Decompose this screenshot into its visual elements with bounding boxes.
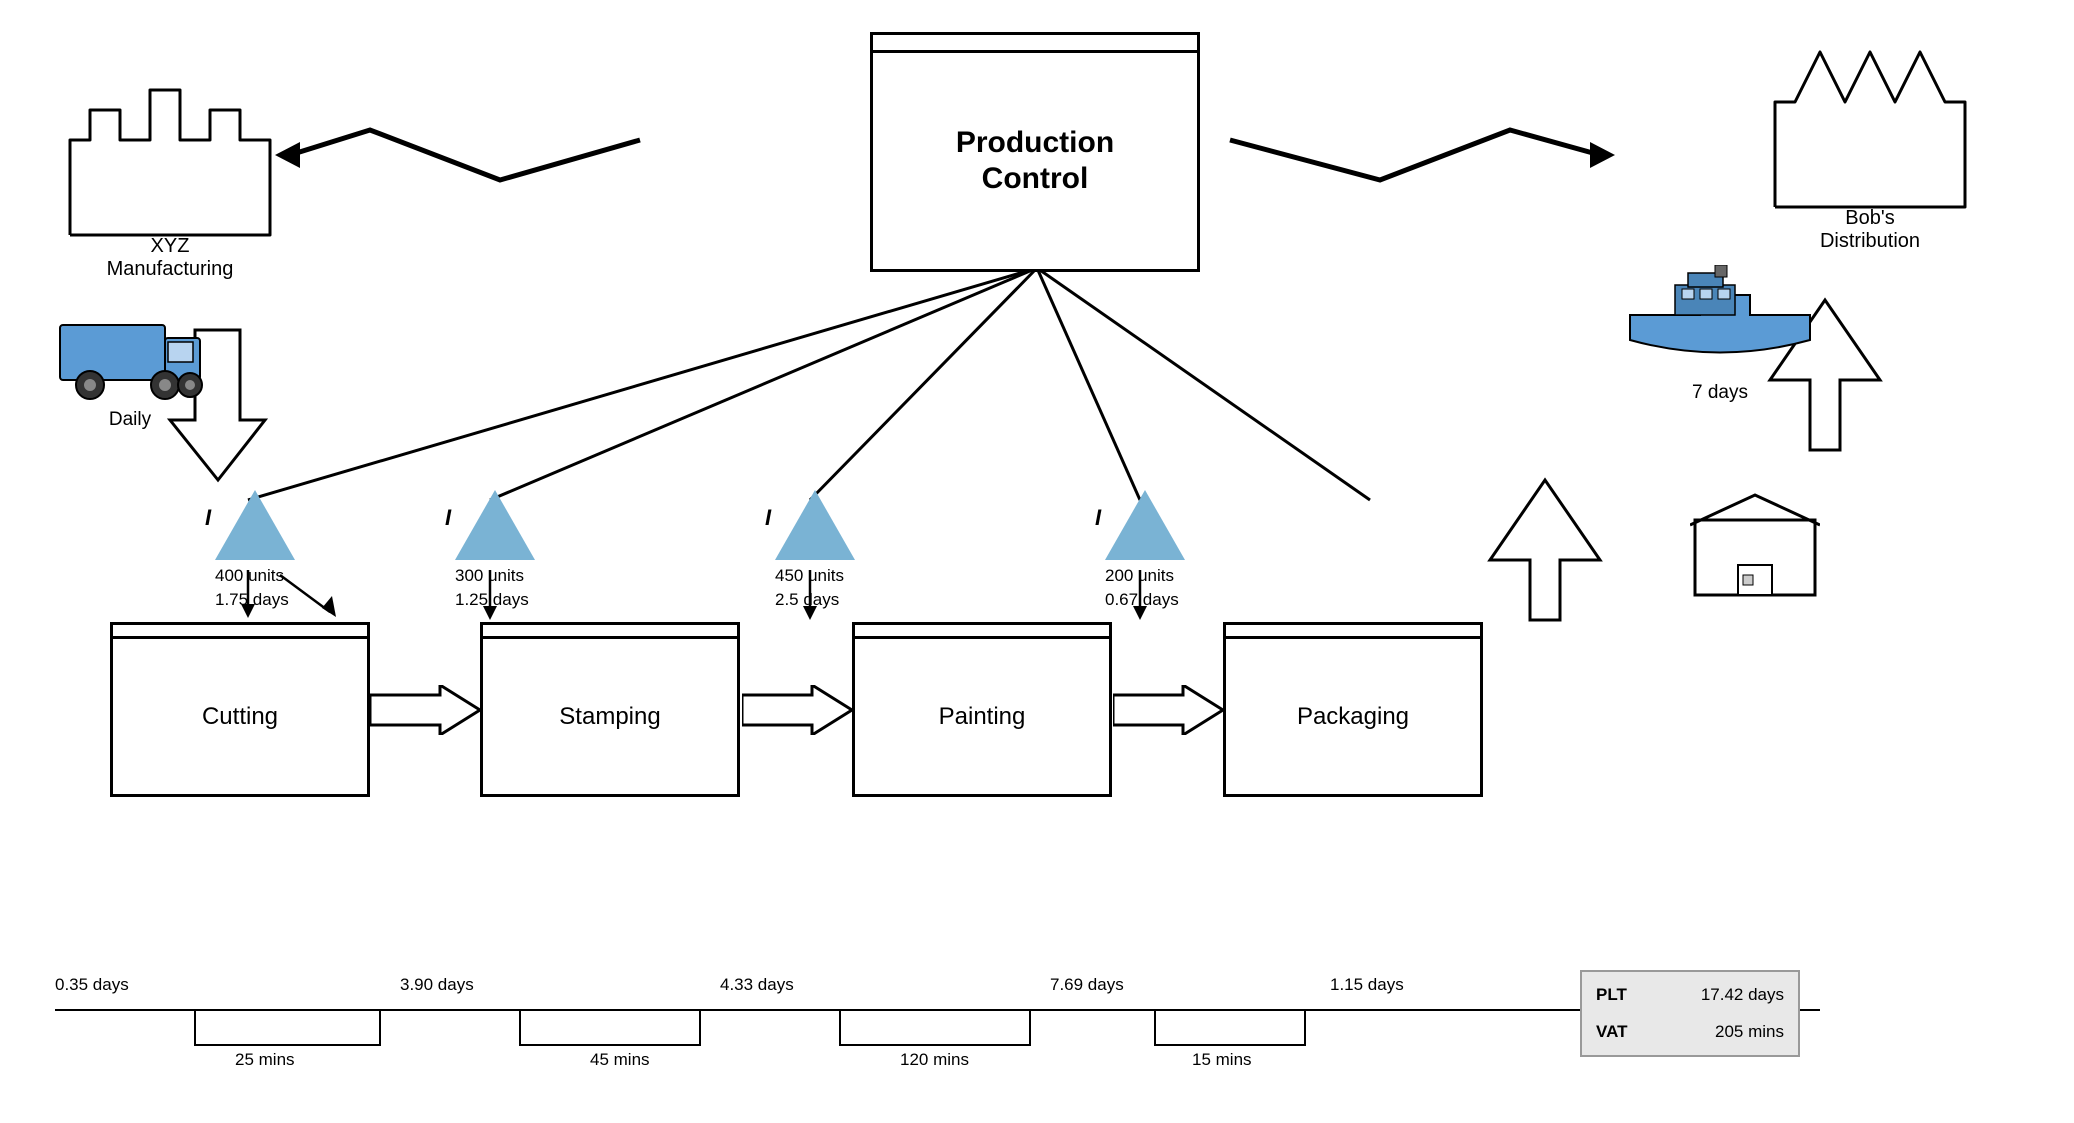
- timeline-mins-3: 15 mins: [1192, 1050, 1252, 1070]
- arrow-cutting-stamping: [370, 685, 480, 740]
- timeline-days-2: 4.33 days: [720, 975, 794, 995]
- cutting-label: Cutting: [194, 639, 286, 794]
- inventory-4-label: 200 units 0.67 days: [1105, 564, 1185, 612]
- plt-label: PLT: [1596, 980, 1627, 1011]
- production-control-header: [873, 35, 1197, 53]
- painting-process: Painting: [852, 622, 1112, 797]
- timeline-days-1: 3.90 days: [400, 975, 474, 995]
- timeline-days-0: 0.35 days: [55, 975, 129, 995]
- stamping-process: Stamping: [480, 622, 740, 797]
- timeline-days-4: 1.15 days: [1330, 975, 1404, 995]
- ship-icon: 7 days: [1620, 265, 1820, 404]
- painting-label: Painting: [931, 639, 1034, 794]
- supplier-label: XYZ Manufacturing: [60, 235, 280, 281]
- customer-distribution: Bob's Distribution: [1765, 32, 1975, 253]
- production-control-box: Production Control: [870, 32, 1200, 272]
- inventory-2: I 300 units 1.25 days: [455, 490, 535, 612]
- timeline-mins-1: 45 mins: [590, 1050, 650, 1070]
- packaging-label: Packaging: [1289, 639, 1417, 794]
- inventory-4: I 200 units 0.67 days: [1105, 490, 1185, 612]
- delivery-frequency-label: Daily: [55, 409, 205, 431]
- truck-icon: Daily: [55, 300, 205, 431]
- inventory-1: I 400 units 1.75 days: [215, 490, 295, 612]
- timeline-mins-0: 25 mins: [235, 1050, 295, 1070]
- inventory-2-label: 300 units 1.25 days: [455, 564, 535, 612]
- production-control-label: Production Control: [946, 53, 1124, 269]
- timeline-mins-2: 120 mins: [900, 1050, 969, 1070]
- vat-label: VAT: [1596, 1017, 1627, 1048]
- plt-value: 17.42 days: [1701, 980, 1784, 1011]
- vat-value: 205 mins: [1715, 1017, 1784, 1048]
- inventory-3: I 450 units 2.5 days: [775, 490, 855, 612]
- warehouse-icon: [1690, 490, 1820, 605]
- cutting-process: Cutting: [110, 622, 370, 797]
- summary-box: PLT 17.42 days VAT 205 mins: [1580, 970, 1800, 1057]
- ship-days-label: 7 days: [1620, 382, 1820, 404]
- inventory-1-label: 400 units 1.75 days: [215, 564, 295, 612]
- supplier-factory: XYZ Manufacturing: [60, 80, 280, 281]
- customer-label: Bob's Distribution: [1765, 207, 1975, 253]
- arrow-stamping-painting: [742, 685, 852, 740]
- stamping-label: Stamping: [551, 639, 668, 794]
- inventory-3-label: 450 units 2.5 days: [775, 564, 855, 612]
- packaging-process: Packaging: [1223, 622, 1483, 797]
- timeline-days-3: 7.69 days: [1050, 975, 1124, 995]
- arrow-painting-packaging: [1113, 685, 1223, 740]
